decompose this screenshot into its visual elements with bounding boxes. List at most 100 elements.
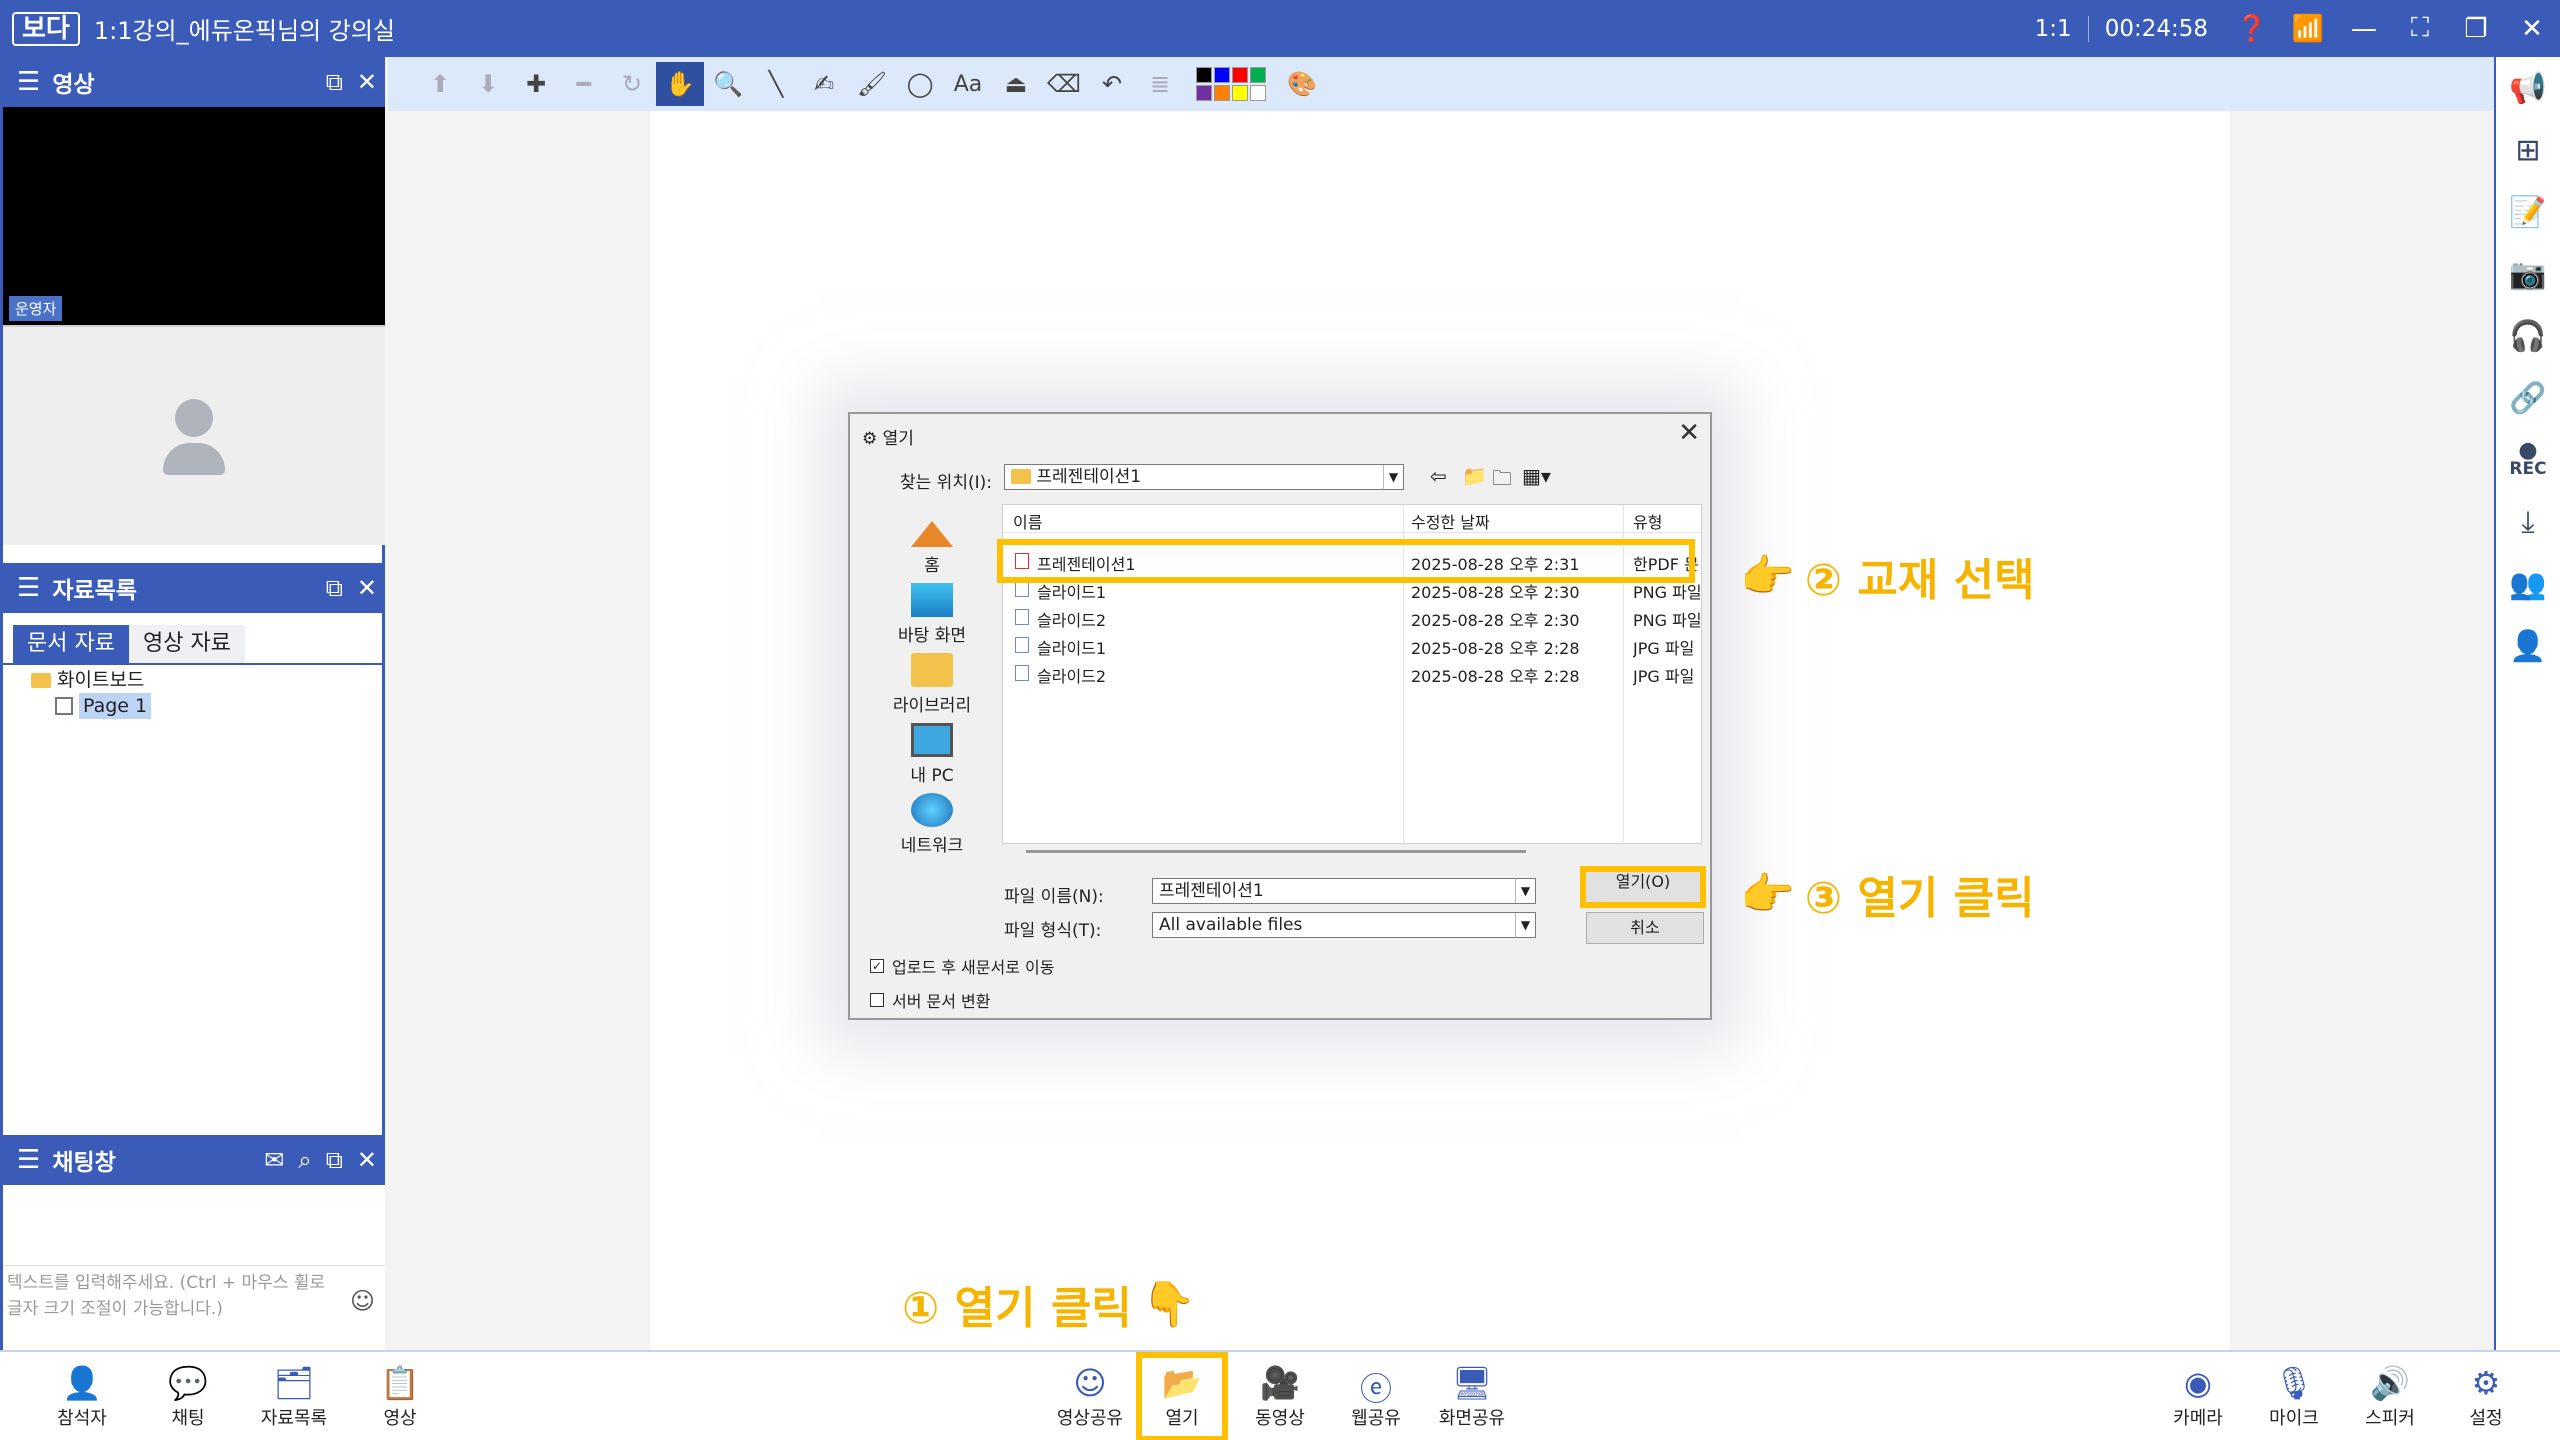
tab-videos[interactable]: 영상 자료 [128,625,245,663]
column-type[interactable]: 유형 [1633,509,1662,533]
filename-input[interactable]: 프레젠테이션1 ▼ [1152,878,1536,904]
stamp-icon[interactable]: ⏏ [992,62,1040,106]
dialog-cancel-button[interactable]: 취소 [1586,912,1704,944]
view-menu-icon[interactable]: ▦▾ [1522,464,1551,488]
move-after-upload-checkbox[interactable]: ✓ 업로드 후 새문서로 이동 [870,954,1054,978]
place-library[interactable]: 라이브러리 [872,646,992,716]
notes-icon[interactable]: 📝 [2496,181,2560,243]
close-icon[interactable]: ✕ [357,68,377,96]
record-button[interactable]: ● REC [2496,429,2560,491]
tree-item-page[interactable]: Page 1 [55,693,152,719]
capture-icon[interactable]: 📷 [2496,243,2560,305]
color-swatch[interactable] [1250,67,1266,83]
video-share-button[interactable]: ☺ 영상공유 [1040,1352,1140,1440]
tree-item-whiteboard[interactable]: 화이트보드 [31,667,151,693]
hand-icon[interactable]: ✋ [656,62,704,106]
profile-icon[interactable]: 👤 [2496,615,2560,677]
record-label: REC [2509,459,2547,479]
server-convert-checkbox[interactable]: 서버 문서 변환 [870,988,991,1012]
announce-icon[interactable]: 📢 [2496,57,2560,119]
up-folder-icon[interactable]: 📁 [1462,464,1487,488]
group-icon[interactable]: 👥 [2496,553,2560,615]
shape-icon[interactable]: ◯ [896,62,944,106]
chat-button[interactable]: 💬 채팅 [138,1352,238,1440]
text-tool[interactable]: Aa [944,62,992,106]
pointing-down-hand-icon: 👇 [1141,1279,1197,1330]
mic-button[interactable]: 🎙 마이크 [2244,1352,2344,1440]
close-icon[interactable]: ✕ [357,574,377,602]
back-icon[interactable]: ⇦ [1430,464,1447,488]
file-row[interactable]: 슬라이드1 2025-08-28 오후 2:28 JPG 파일 [1003,631,1701,659]
checkbox-box [870,993,884,1007]
color-swatch[interactable] [1196,85,1212,101]
download-icon[interactable]: ⤓ [2496,491,2560,553]
file-row[interactable]: 슬라이드2 2025-08-28 오후 2:30 PNG 파일 [1003,603,1701,631]
color-swatch[interactable] [1250,85,1266,101]
color-swatch[interactable] [1232,85,1248,101]
search-icon[interactable]: ⌕ [298,1146,311,1174]
highlighter-icon[interactable]: 🖌 [848,62,896,106]
hamburger-icon[interactable]: ☰ [17,573,40,603]
place-home[interactable]: 홈 [872,506,992,576]
materials-button[interactable]: 🗂 자료목록 [244,1352,344,1440]
place-pc[interactable]: 내 PC [872,716,992,786]
column-date[interactable]: 수정한 날짜 [1411,509,1490,533]
undo-icon[interactable]: ↶ [1088,62,1136,106]
operator-video: 운영자 [3,107,385,325]
zoom-out-icon[interactable]: ━ [560,62,608,106]
file-icon [1015,609,1029,625]
close-icon[interactable]: ✕ [1678,418,1700,448]
new-folder-icon[interactable]: 🗀 [1492,464,1512,498]
eraser-icon[interactable]: ⌫ [1040,62,1088,106]
magnifier-icon[interactable]: 🔍 [704,62,752,106]
chat-input[interactable]: 텍스트를 입력해주세요. (Ctrl + 마우스 휠로 글자 크기 조절이 가능… [3,1265,385,1350]
color-swatch[interactable] [1214,85,1230,101]
close-icon[interactable]: ✕ [357,1146,377,1174]
rotate-icon[interactable]: ↻ [608,62,656,106]
popout-icon[interactable]: ⧉ [326,1146,343,1174]
popout-icon[interactable]: ⧉ [326,574,343,602]
horizontal-scrollbar[interactable] [1026,850,1526,853]
color-picker-icon[interactable]: 🎨 [1278,62,1326,106]
help-icon[interactable]: ❓ [2224,0,2280,57]
hamburger-icon[interactable]: ☰ [17,1145,40,1175]
column-name[interactable]: 이름 [1013,509,1042,533]
movie-button[interactable]: 🎥 동영상 [1230,1352,1330,1440]
screen-share-button[interactable]: 🖥 화면공유 [1422,1352,1522,1440]
line-icon[interactable]: ╲ [752,62,800,106]
dialog-open-button[interactable]: 열기(O) [1580,866,1706,908]
hamburger-icon[interactable]: ☰ [17,67,40,97]
color-swatch[interactable] [1196,67,1212,83]
open-button[interactable]: 📂 열기 [1136,1352,1228,1440]
fullscreen-icon[interactable]: ⛶ [2392,0,2448,57]
minimize-icon[interactable]: — [2336,0,2392,57]
arrow-up-icon[interactable]: ⬆ [416,62,464,106]
participants-button[interactable]: 👤 참석자 [32,1352,132,1440]
look-in-select[interactable]: 프레젠테이션1 ▼ [1004,464,1404,490]
color-swatch[interactable] [1214,67,1230,83]
emoji-icon[interactable]: ☺ [350,1288,375,1314]
link-icon[interactable]: 🔗 [2496,367,2560,429]
headset-icon[interactable]: 🎧 [2496,305,2560,367]
color-swatch[interactable] [1232,67,1248,83]
look-in-value: 프레젠테이션1 [1036,467,1142,487]
close-icon[interactable]: ✕ [2504,0,2560,57]
speaker-button[interactable]: 🔊 스피커 [2340,1352,2440,1440]
video-button[interactable]: 📋 영상 [350,1352,450,1440]
settings-button[interactable]: ⚙ 설정 [2436,1352,2536,1440]
place-desktop[interactable]: 바탕 화면 [872,576,992,646]
layout-icon[interactable]: ⊞ [2496,119,2560,181]
popout-icon[interactable]: ⧉ [326,68,343,96]
tab-documents[interactable]: 문서 자료 [13,625,129,663]
arrow-down-icon[interactable]: ⬇ [464,62,512,106]
zoom-in-icon[interactable]: ✚ [512,62,560,106]
camera-button[interactable]: ◉ 카메라 [2148,1352,2248,1440]
file-row[interactable]: 슬라이드2 2025-08-28 오후 2:28 JPG 파일 [1003,659,1701,687]
pen-icon[interactable]: ✍ [800,62,848,106]
restore-icon[interactable]: ❐ [2448,0,2504,57]
line-width-icon[interactable]: ≣ [1136,62,1184,106]
place-network[interactable]: 네트워크 [872,786,992,856]
mail-icon[interactable]: ✉ [264,1146,284,1174]
web-share-button[interactable]: ⓔ 웹공유 [1326,1352,1426,1440]
filetype-select[interactable]: All available files ▼ [1152,912,1536,938]
